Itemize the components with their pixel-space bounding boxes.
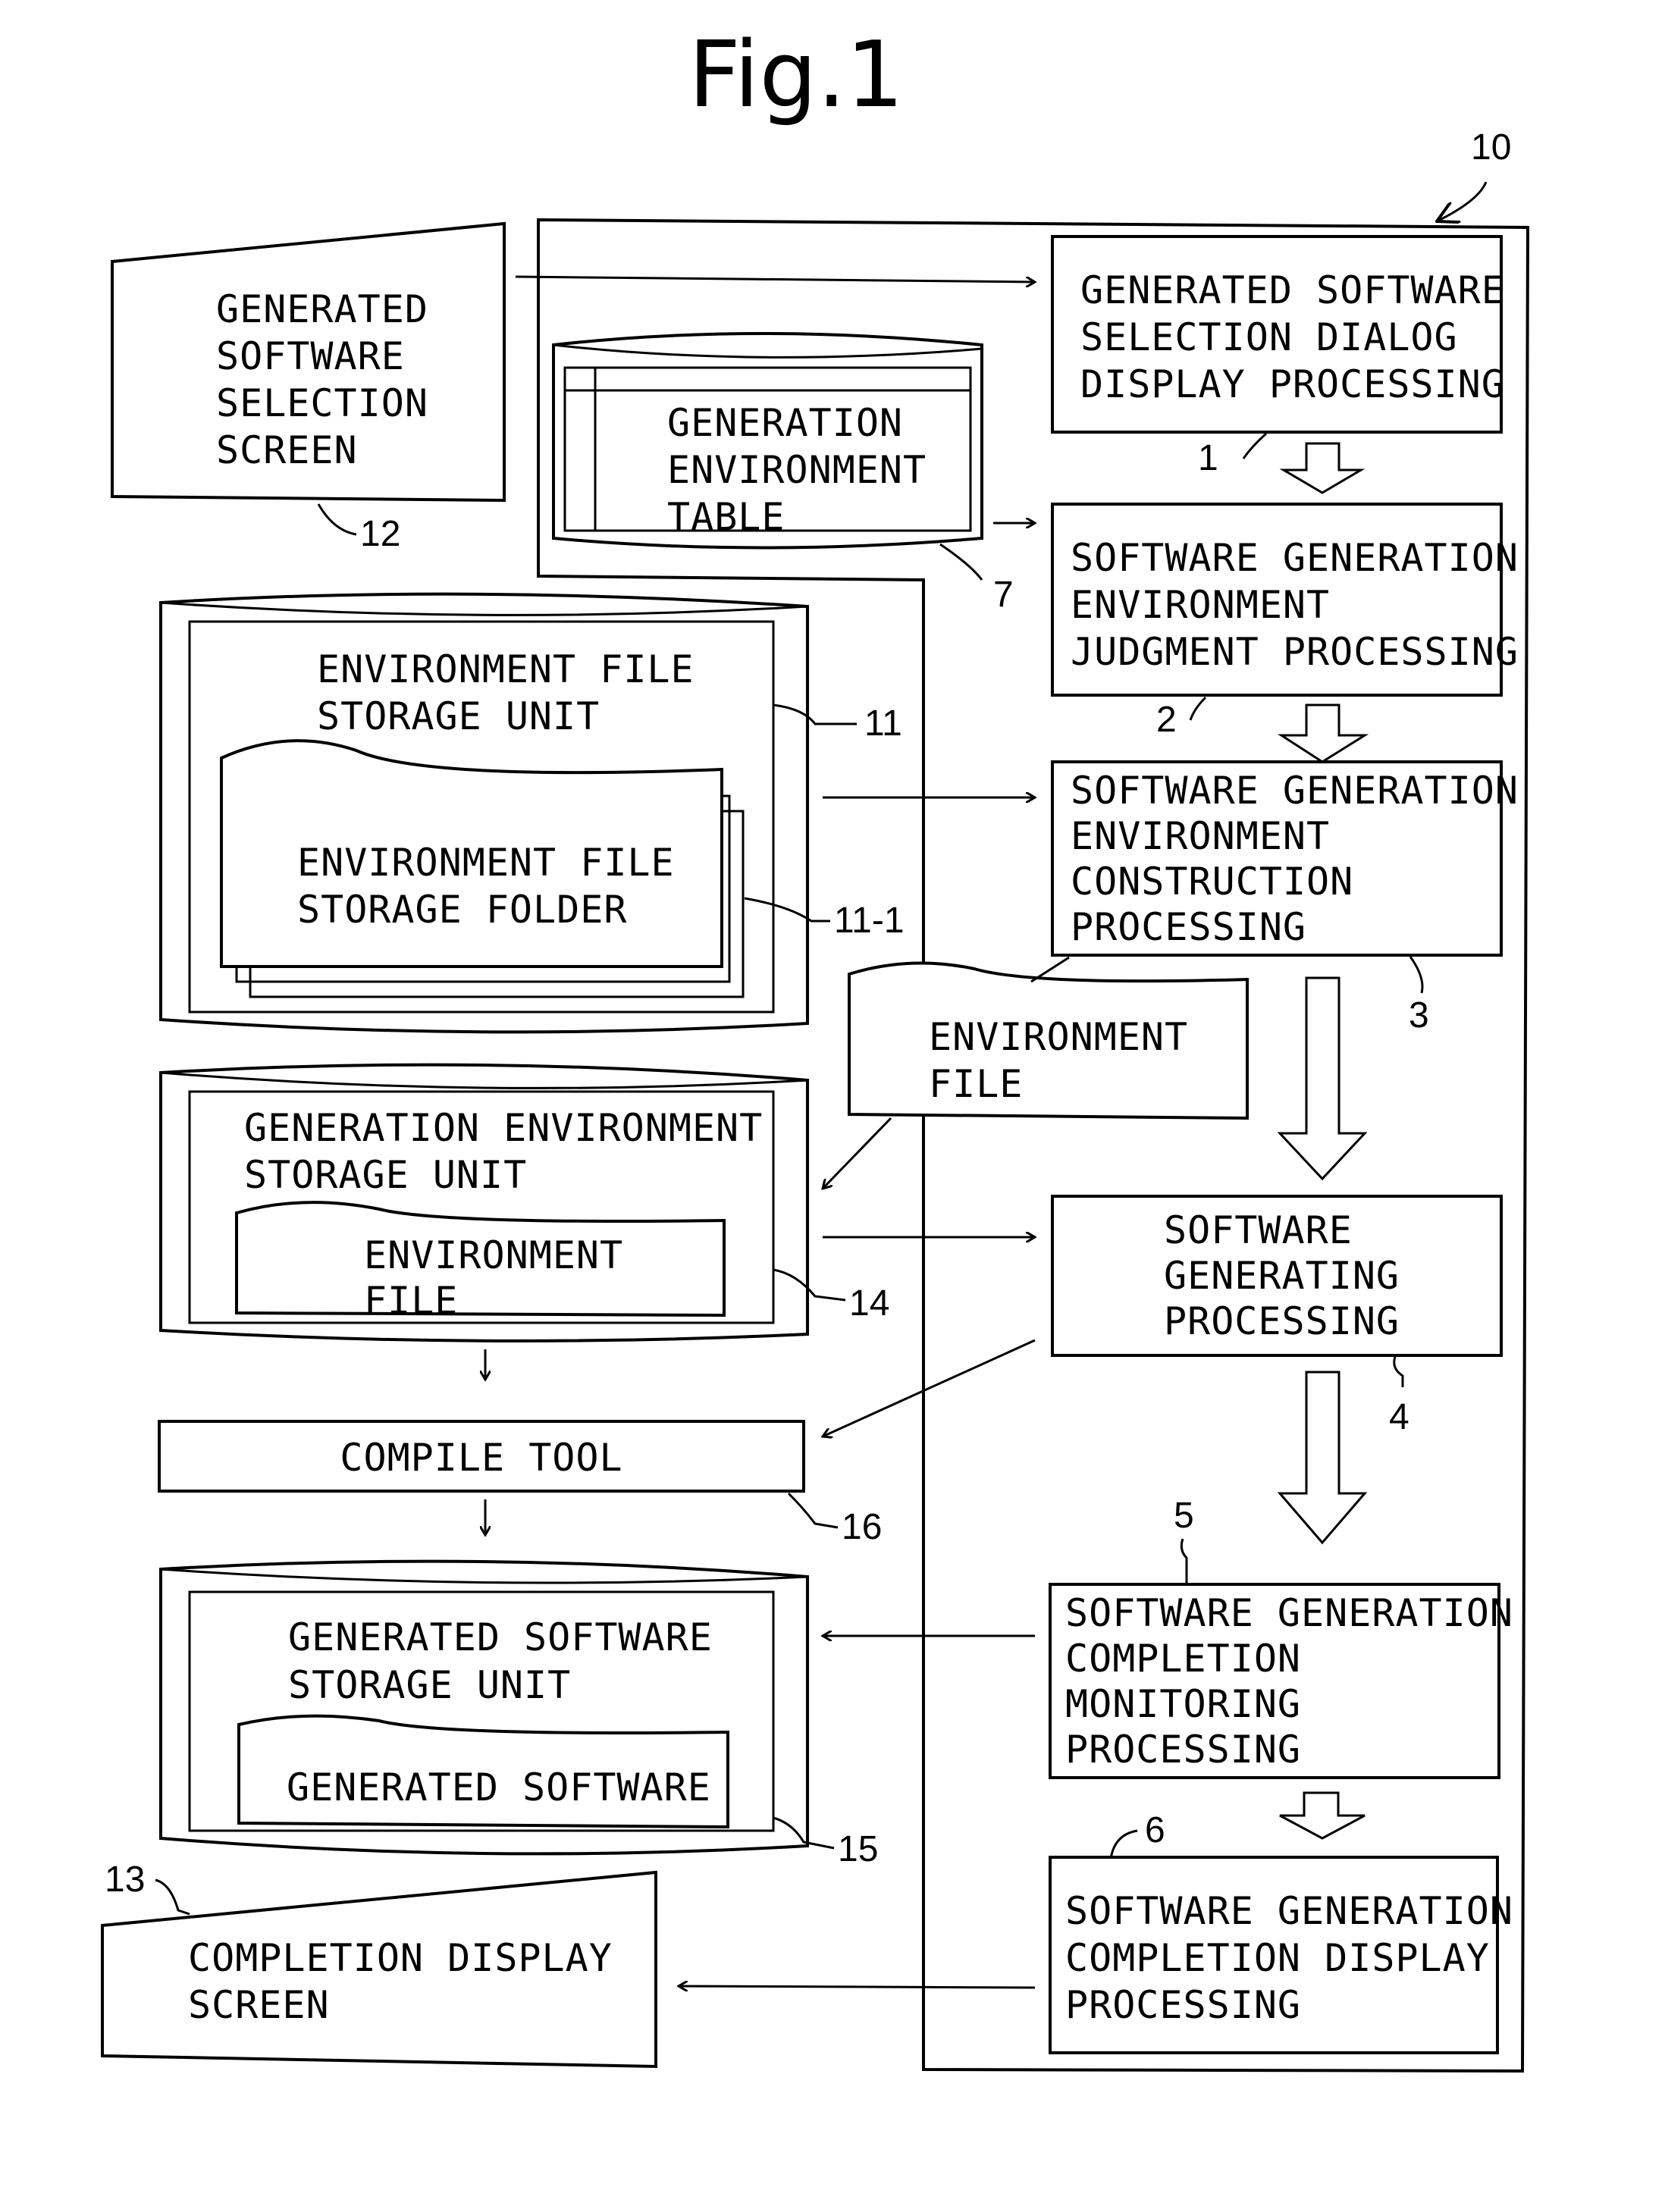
selection-screen: GENERATED SOFTWARE SELECTION SCREEN 12 — [111, 221, 506, 554]
flow-arrow-1-2 — [1279, 442, 1366, 494]
process-4-line: GENERATING — [1164, 1254, 1400, 1298]
env-file-storage-unit: ENVIRONMENT FILE STORAGE UNIT ENVIRONMEN… — [159, 592, 905, 1034]
process-3-line: ENVIRONMENT — [1071, 814, 1330, 858]
gen-env-file-line: FILE — [364, 1279, 458, 1323]
env-storage-ref: 11 — [864, 703, 902, 744]
process-3-ref: 3 — [1409, 995, 1429, 1036]
gen-sw-storage-line: GENERATED SOFTWARE — [288, 1615, 713, 1659]
process-4-line: SOFTWARE — [1164, 1208, 1353, 1252]
process-3-line: SOFTWARE GENERATION — [1071, 769, 1519, 813]
figure-title: Fig.1 — [688, 23, 904, 128]
process-2-box: SOFTWARE GENERATION ENVIRONMENT JUDGMENT… — [1051, 503, 1519, 740]
process-1-line: SELECTION DIALOG — [1080, 315, 1458, 359]
process-6-line: SOFTWARE GENERATION — [1065, 1889, 1513, 1933]
system-ref-label: 10 — [1471, 127, 1511, 168]
generation-environment-table: GENERATION ENVIRONMENT TABLE 7 — [552, 332, 1014, 615]
environment-file-document: ENVIRONMENT FILE — [848, 961, 1249, 1120]
completion-display-screen: 13 COMPLETION DISPLAY SCREEN — [101, 1860, 657, 2069]
env-folder-line: ENVIRONMENT FILE — [297, 841, 675, 885]
process-5-line: COMPLETION — [1065, 1637, 1301, 1681]
compile-tool-box: COMPILE TOOL 16 — [158, 1420, 882, 1547]
flow-arrow-3-4 — [1277, 976, 1368, 1181]
selection-screen-ref: 12 — [360, 514, 400, 554]
process-1-ref: 1 — [1198, 438, 1218, 478]
selection-screen-line: SELECTION — [216, 381, 428, 425]
process-1-line: DISPLAY PROCESSING — [1080, 362, 1505, 406]
gen-env-storage-line: STORAGE UNIT — [244, 1153, 527, 1197]
process-6-box: 6 SOFTWARE GENERATION COMPLETION DISPLAY… — [1049, 1810, 1513, 2054]
env-file-line: ENVIRONMENT — [929, 1015, 1188, 1059]
process-4-box: SOFTWARE GENERATING PROCESSING 4 — [1051, 1195, 1503, 1437]
completion-screen-line: SCREEN — [188, 1983, 330, 2027]
process-2-line: JUDGMENT PROCESSING — [1071, 630, 1519, 674]
process-5-ref: 5 — [1174, 1496, 1194, 1536]
arrow-screen-to-p1 — [515, 275, 1035, 282]
process-1-box: GENERATED SOFTWARE SELECTION DIALOG DISP… — [1051, 235, 1505, 478]
process-5-line: SOFTWARE GENERATION — [1065, 1591, 1513, 1635]
process-6-ref: 6 — [1145, 1810, 1165, 1850]
gen-sw-storage-line: STORAGE UNIT — [288, 1663, 571, 1707]
gen-sw-file-line: GENERATED SOFTWARE — [287, 1766, 711, 1809]
env-folder-line: STORAGE FOLDER — [297, 888, 627, 932]
table-ref: 7 — [993, 575, 1014, 615]
process-1-line: GENERATED SOFTWARE — [1080, 268, 1505, 312]
process-2-line: ENVIRONMENT — [1071, 583, 1330, 627]
table-line: ENVIRONMENT — [667, 448, 927, 492]
completion-screen-line: COMPLETION DISPLAY — [188, 1936, 613, 1980]
process-5-line: PROCESSING — [1065, 1728, 1301, 1772]
compile-tool-ref: 16 — [842, 1507, 882, 1547]
process-6-line: PROCESSING — [1065, 1983, 1301, 2027]
arrow-p4-to-compile — [823, 1339, 1036, 1437]
flow-arrow-5-6 — [1279, 1791, 1366, 1840]
table-line: TABLE — [667, 495, 785, 539]
gen-env-storage-ref: 14 — [849, 1283, 889, 1324]
gen-sw-storage-ref: 15 — [838, 1829, 878, 1869]
patent-figure: Fig.1 10 GENERATED SOFTWARE SELECTION SC… — [101, 23, 1530, 2073]
selection-screen-line: SOFTWARE — [216, 334, 405, 378]
process-5-box: 5 SOFTWARE GENERATION COMPLETION MONITOR… — [1049, 1496, 1513, 1779]
env-folder-ref: 11-1 — [834, 901, 905, 941]
selection-screen-line: GENERATED — [216, 287, 428, 331]
selection-screen-line: SCREEN — [216, 428, 358, 472]
arrow-p6-to-completion-screen — [679, 1986, 1036, 1988]
gen-env-storage-line: GENERATION ENVIRONMENT — [244, 1106, 763, 1150]
process-5-line: MONITORING — [1065, 1682, 1301, 1726]
arrow-env-file-to-storage — [823, 1117, 892, 1189]
generation-environment-storage-unit: GENERATION ENVIRONMENT STORAGE UNIT ENVI… — [159, 1063, 889, 1343]
process-2-line: SOFTWARE GENERATION — [1071, 536, 1519, 580]
table-line: GENERATION — [667, 401, 903, 445]
env-storage-line: STORAGE UNIT — [317, 694, 600, 738]
env-storage-line: ENVIRONMENT FILE — [317, 647, 695, 691]
flow-arrow-2-3 — [1277, 703, 1369, 763]
process-3-line: CONSTRUCTION — [1071, 860, 1353, 904]
compile-tool-label: COMPILE TOOL — [340, 1436, 622, 1480]
generated-software-storage-unit: GENERATED SOFTWARE STORAGE UNIT GENERATE… — [159, 1559, 878, 1869]
env-file-line: FILE — [929, 1062, 1023, 1106]
process-4-line: PROCESSING — [1164, 1299, 1400, 1343]
gen-env-file-line: ENVIRONMENT — [364, 1233, 623, 1277]
process-3-line: PROCESSING — [1071, 905, 1306, 949]
completion-screen-ref: 13 — [105, 1860, 145, 1900]
flow-arrow-4-5 — [1277, 1371, 1368, 1545]
process-4-ref: 4 — [1389, 1397, 1409, 1437]
system-ref-leader — [1437, 181, 1488, 221]
process-2-ref: 2 — [1156, 700, 1177, 740]
process-6-line: COMPLETION DISPLAY — [1065, 1936, 1490, 1980]
